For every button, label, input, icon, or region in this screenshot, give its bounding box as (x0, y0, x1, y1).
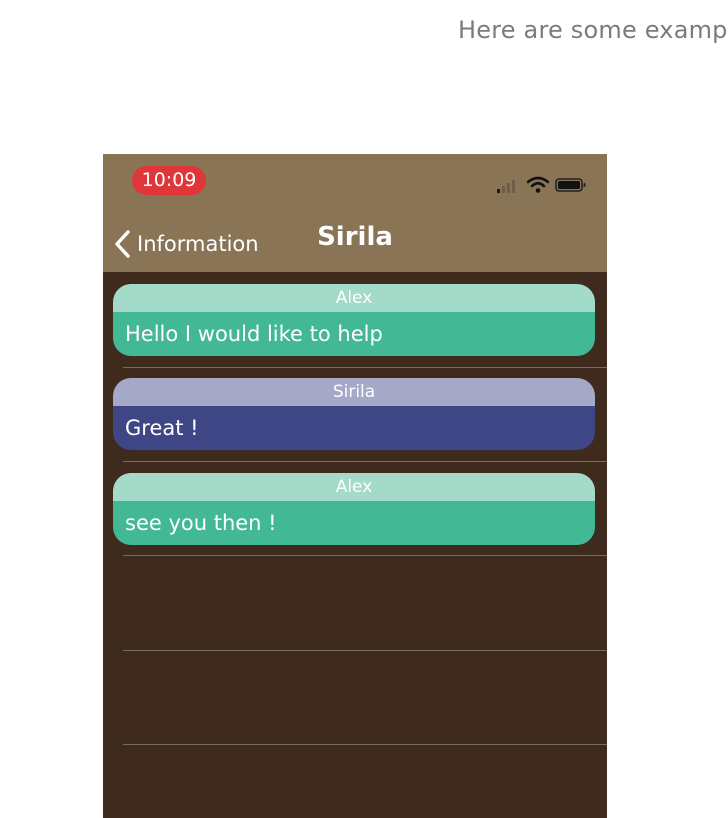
row-divider (123, 461, 607, 462)
status-icons (495, 176, 587, 194)
row-divider (123, 367, 607, 368)
row-divider (123, 744, 607, 745)
status-time: 10:09 (132, 166, 206, 195)
signal-icon (495, 176, 521, 194)
wifi-icon (526, 176, 550, 194)
page: Here are some exampl 10:09 Information S… (0, 0, 728, 818)
message-text: Hello I would like to help (113, 312, 595, 356)
phone-screen: 10:09 Information Sirila Alex Hello I wo… (103, 154, 607, 818)
page-title: Sirila (317, 222, 393, 252)
message-bubble[interactable]: Alex see you then ! (113, 473, 595, 545)
message-bubble[interactable]: Sirila Great ! (113, 378, 595, 450)
battery-icon (555, 177, 587, 193)
intro-text: Here are some exampl (458, 16, 728, 44)
message-text: Great ! (113, 406, 595, 450)
row-divider (123, 555, 607, 556)
message-bubble[interactable]: Alex Hello I would like to help (113, 284, 595, 356)
row-divider (123, 650, 607, 651)
message-text: see you then ! (113, 501, 595, 545)
message-sender: Alex (113, 284, 595, 312)
message-sender: Alex (113, 473, 595, 501)
navigation-bar: 10:09 Information Sirila (103, 154, 607, 272)
message-sender: Sirila (113, 378, 595, 406)
